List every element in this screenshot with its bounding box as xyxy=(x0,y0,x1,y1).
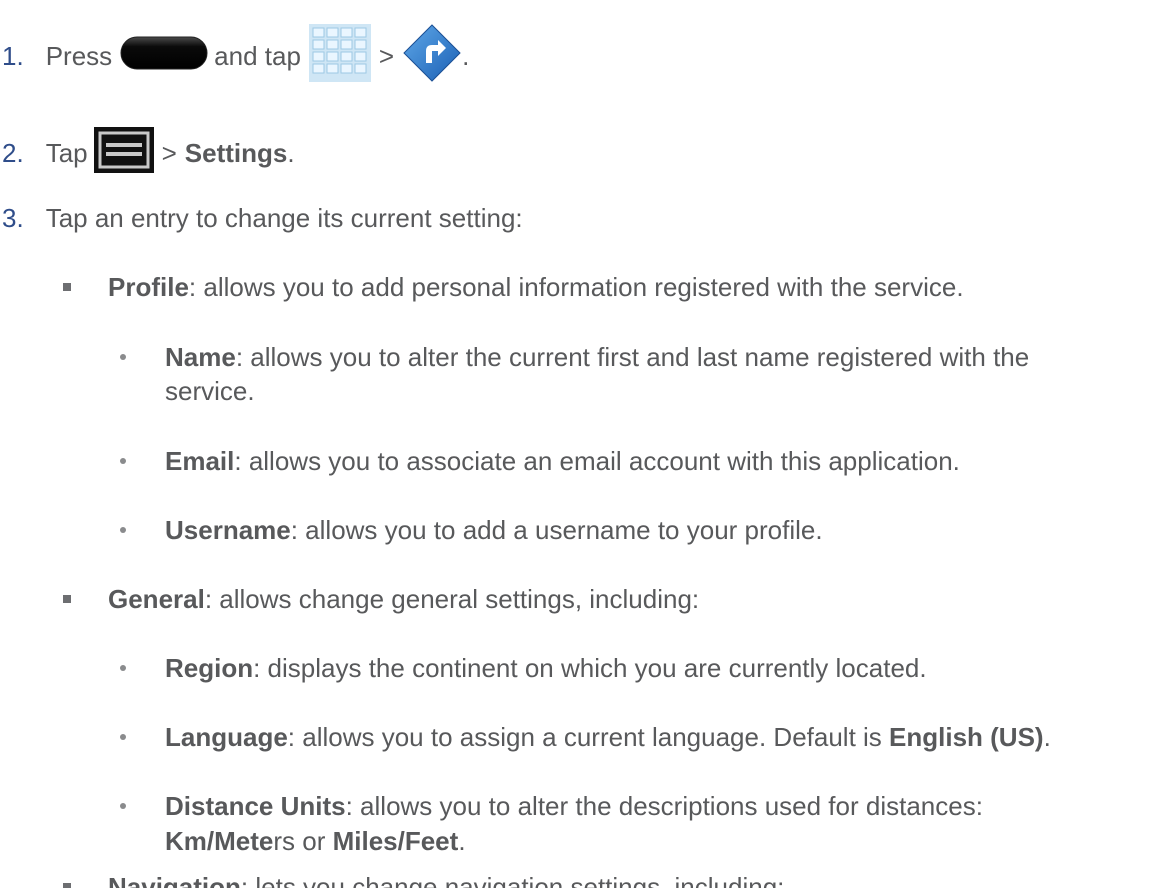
step-1-separator: > xyxy=(378,41,395,71)
square-bullet-icon xyxy=(63,595,71,603)
navigation-desc: : lets you change navigation settings, i… xyxy=(240,872,785,888)
general-label: General xyxy=(108,584,205,614)
username-label: Username xyxy=(165,515,291,545)
list-item-distance-units-cont: Km/Mete rs or Miles/Feet . xyxy=(165,826,466,856)
step-1: 1. Press and tap > . xyxy=(2,23,469,89)
distance-opt1-bold: Km/Mete xyxy=(165,826,274,856)
language-label: Language xyxy=(165,722,288,752)
dot-bullet-icon xyxy=(120,803,126,809)
navigation-label: Navigation xyxy=(108,872,241,888)
list-item-email: Email : allows you to associate an email… xyxy=(120,446,960,476)
list-item-username: Username : allows you to add a username … xyxy=(120,515,823,545)
list-item-general: General : allows change general settings… xyxy=(63,584,699,614)
step-1-number: 1. xyxy=(2,41,24,71)
list-item-region: Region : displays the continent on which… xyxy=(120,653,927,683)
step-2-number: 2. xyxy=(2,138,24,168)
language-default: English (US) xyxy=(889,722,1044,752)
distance-opt2: Miles/Feet xyxy=(332,826,459,856)
language-desc: : allows you to assign a current languag… xyxy=(287,722,890,752)
email-desc: : allows you to associate an email accou… xyxy=(234,446,960,476)
name-label: Name xyxy=(165,342,236,372)
step-3-number: 3. xyxy=(2,203,24,233)
square-bullet-icon xyxy=(63,883,71,888)
name-desc: : allows you to alter the current first … xyxy=(235,342,1030,372)
step-1-end: . xyxy=(462,41,470,71)
menu-key-icon xyxy=(93,127,154,179)
region-desc: : displays the continent on which you ar… xyxy=(253,653,927,683)
step-2-settings: Settings xyxy=(184,138,288,168)
step-1-text-and-tap: and tap xyxy=(214,41,301,71)
distance-desc: : allows you to alter the descriptions u… xyxy=(345,791,983,821)
dot-bullet-icon xyxy=(120,734,126,740)
apps-grid-icon xyxy=(308,24,371,88)
list-item-distance-units: Distance Units : allows you to alter the… xyxy=(120,791,983,821)
distance-opt1-rest: rs or xyxy=(273,826,333,856)
home-key-icon xyxy=(120,35,208,77)
dot-bullet-icon xyxy=(120,665,126,671)
step-1-text-press: Press xyxy=(45,41,113,71)
list-item-language: Language : allows you to assign a curren… xyxy=(120,722,1051,752)
dot-bullet-icon xyxy=(120,458,126,464)
distance-label: Distance Units xyxy=(165,791,346,821)
list-item-name: Name : allows you to alter the current f… xyxy=(120,342,1029,372)
list-item-navigation: Navigation : lets you change navigation … xyxy=(63,872,784,888)
region-label: Region xyxy=(165,653,254,683)
list-item-profile: Profile : allows you to add personal inf… xyxy=(63,272,964,302)
navigation-app-icon xyxy=(402,23,462,89)
email-label: Email xyxy=(165,446,235,476)
general-desc: : allows change general settings, includ… xyxy=(204,584,700,614)
distance-end: . xyxy=(458,826,466,856)
dot-bullet-icon xyxy=(120,354,126,360)
step-2-separator: > xyxy=(161,138,177,168)
square-bullet-icon xyxy=(63,283,71,291)
step-2-text-tap: Tap xyxy=(45,138,88,168)
step-2: 2. Tap > Settings . xyxy=(2,127,295,179)
language-end: . xyxy=(1043,722,1051,752)
profile-label: Profile xyxy=(108,272,189,302)
step-3: 3. Tap an entry to change its current se… xyxy=(2,203,523,233)
dot-bullet-icon xyxy=(120,527,126,533)
profile-desc: : allows you to add personal information… xyxy=(188,272,964,302)
step-2-end: . xyxy=(287,138,295,168)
username-desc: : allows you to add a username to your p… xyxy=(290,515,823,545)
name-desc-cont: service. xyxy=(165,376,255,406)
step-3-text: Tap an entry to change its current setti… xyxy=(45,203,523,233)
list-item-name-cont: service. xyxy=(165,376,255,406)
